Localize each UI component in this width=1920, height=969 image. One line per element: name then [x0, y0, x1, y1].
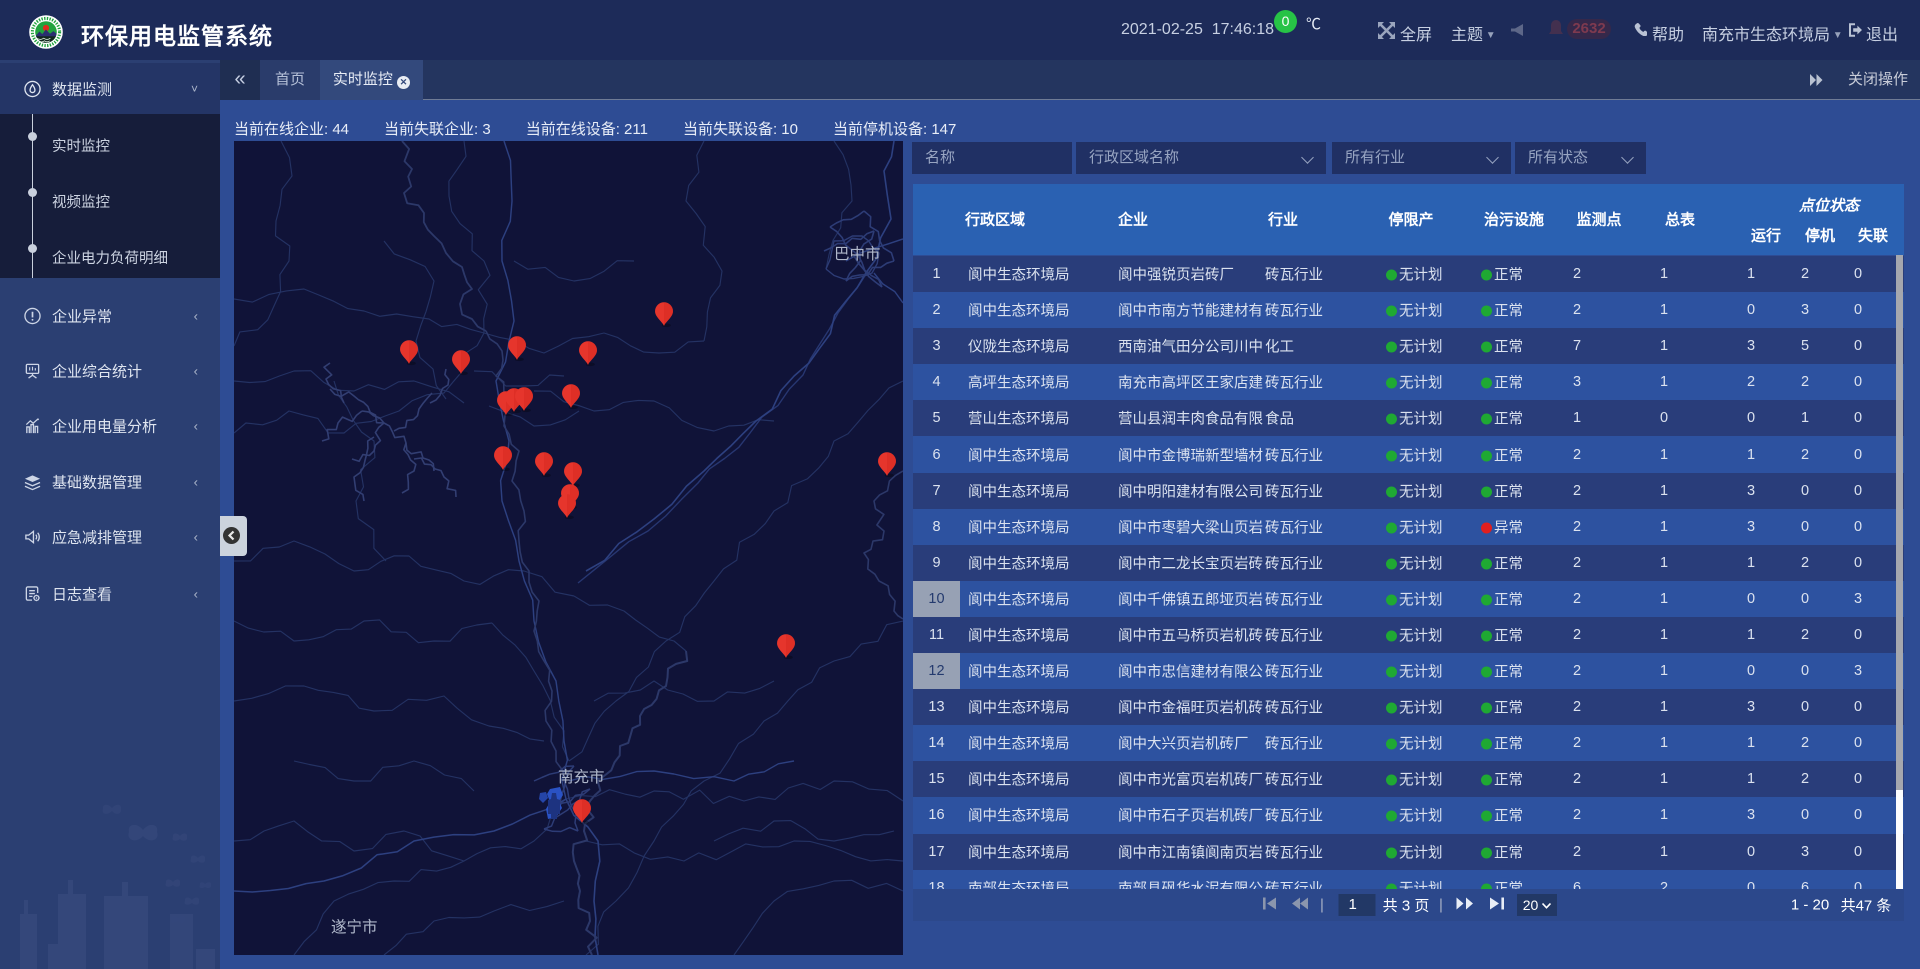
svg-text:南充市: 南充市	[558, 768, 605, 786]
svg-text:巴中市: 巴中市	[834, 245, 881, 263]
svg-text:遂宁市: 遂宁市	[331, 918, 378, 936]
